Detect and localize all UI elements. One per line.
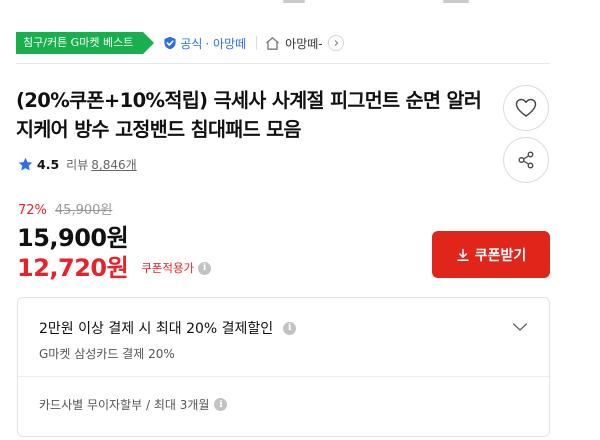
share-button[interactable] xyxy=(503,137,549,183)
heart-icon xyxy=(515,98,537,117)
wishlist-button[interactable] xyxy=(503,85,549,131)
review-count-link[interactable]: 8,846개 xyxy=(91,156,136,173)
info-icon[interactable]: i xyxy=(214,398,228,411)
coupon-price-label: 쿠폰적용가 xyxy=(141,261,195,275)
info-icon[interactable]: i xyxy=(283,321,297,335)
original-price: 45,900원 xyxy=(54,203,113,218)
installment-text: 카드사별 무이자할부 / 최대 3개월 xyxy=(39,398,210,412)
benefit-card-detail: G마켓 삼성카드 결제 20% xyxy=(39,347,175,361)
get-coupon-label: 쿠폰받기 xyxy=(474,247,527,264)
official-brand-name: · 아망떼 xyxy=(205,36,247,51)
info-icon[interactable]: i xyxy=(198,261,212,275)
cropped-top-edge xyxy=(0,0,600,14)
official-store-link[interactable]: 공식 · 아망떼 xyxy=(163,35,246,52)
card-divider xyxy=(18,376,549,377)
store-link[interactable]: 아망떼- xyxy=(265,35,344,52)
download-icon xyxy=(456,248,469,261)
discount-rate: 72% xyxy=(18,203,47,218)
shield-check-icon xyxy=(164,36,176,50)
benefit-headline: 2만원 이상 결제 시 최대 20% 결제할인 xyxy=(39,321,274,337)
payment-benefit-card: 2만원 이상 결제 시 최대 20% 결제할인 i G마켓 삼성카드 결제 20… xyxy=(17,297,550,437)
coupon-price: 12,720원 xyxy=(17,254,129,282)
discount-row: 72% 45,900원 xyxy=(18,199,112,218)
installment-row: 카드사별 무이자할부 / 최대 3개월 i xyxy=(39,396,228,413)
coupon-price-row: 12,720원 쿠폰적용가 i xyxy=(17,248,212,283)
star-icon xyxy=(18,157,33,171)
best-seller-badge[interactable]: 침구/커튼 G마켓 베스트 xyxy=(16,32,155,54)
get-coupon-button[interactable]: 쿠폰받기 xyxy=(432,231,550,278)
tag-row: 침구/커튼 G마켓 베스트 공식 · 아망떼 아망떼- xyxy=(16,31,344,55)
official-label: 공식 xyxy=(180,36,203,51)
chevron-down-icon[interactable] xyxy=(511,318,529,336)
chevron-right-icon xyxy=(327,35,344,51)
rating-summary: 4.5 리뷰 8,846개 xyxy=(18,156,137,173)
rating-score: 4.5 xyxy=(37,157,60,172)
review-label: 리뷰 xyxy=(66,158,89,172)
product-title: (20%쿠폰+10%적립) 극세사 사계절 피그먼트 순면 알러지케어 방수 고… xyxy=(16,89,482,141)
divider xyxy=(256,36,258,50)
benefit-headline-row[interactable]: 2만원 이상 결제 시 최대 20% 결제할인 i xyxy=(39,318,297,338)
home-icon xyxy=(266,36,280,50)
share-icon xyxy=(518,151,534,169)
header-divider xyxy=(16,63,550,64)
store-name: 아망떼- xyxy=(285,36,323,51)
